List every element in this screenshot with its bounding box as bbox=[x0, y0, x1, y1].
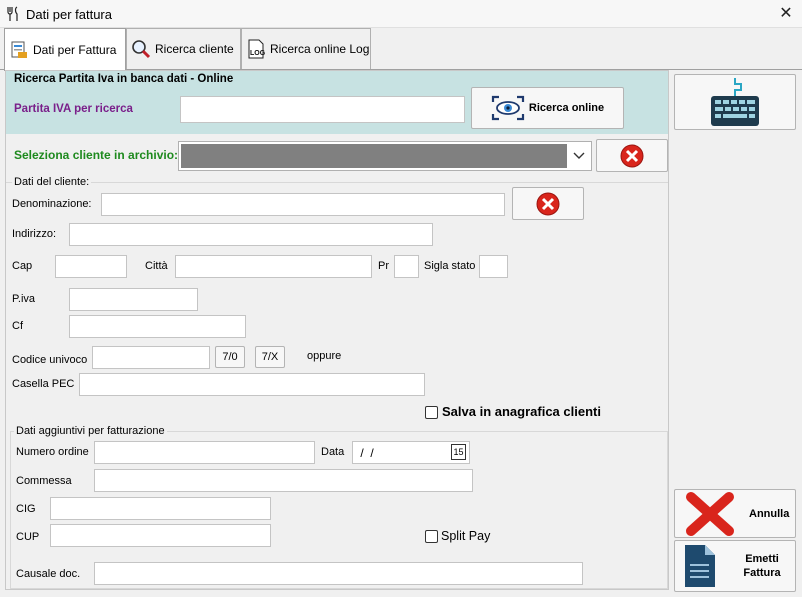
emetti-fattura-label: Emetti Fattura bbox=[743, 553, 781, 579]
fork-knife-icon bbox=[7, 6, 18, 21]
citta-input[interactable] bbox=[175, 255, 372, 278]
cf-input[interactable] bbox=[69, 315, 246, 338]
online-search-title: Ricerca Partita Iva in banca dati - Onli… bbox=[14, 73, 234, 85]
numero-ordine-input[interactable] bbox=[94, 441, 315, 464]
oppure-label: oppure bbox=[307, 350, 342, 362]
codice-7-0-button[interactable]: 7/0 bbox=[215, 346, 245, 368]
denominazione-input[interactable] bbox=[101, 193, 505, 216]
online-search-label: Ricerca online bbox=[528, 102, 605, 114]
split-pay-label: Split Pay bbox=[441, 529, 491, 543]
commessa-label: Commessa bbox=[16, 475, 72, 487]
tab-ricerca-cliente[interactable]: Ricerca cliente bbox=[126, 28, 241, 69]
tab-label: Ricerca online Log bbox=[270, 42, 370, 56]
save-registry-checkbox[interactable] bbox=[425, 406, 438, 419]
cap-input[interactable] bbox=[55, 255, 127, 278]
red-x-icon bbox=[686, 491, 734, 536]
pec-input[interactable] bbox=[79, 373, 425, 396]
tab-ricerca-online-log[interactable]: LOG Ricerca online Log bbox=[241, 28, 371, 69]
document-icon bbox=[685, 545, 715, 587]
indirizzo-label: Indirizzo: bbox=[12, 228, 57, 240]
online-search-button[interactable]: Ricerca online bbox=[471, 87, 624, 129]
codice-univoco-label: Codice univoco bbox=[12, 354, 88, 366]
cf-label: Cf bbox=[12, 320, 23, 332]
vat-search-label: Partita IVA per ricerca bbox=[14, 103, 133, 115]
select-client-label: Seleziona cliente in archivio: bbox=[14, 148, 179, 162]
provincia-input[interactable] bbox=[394, 255, 419, 278]
annulla-button[interactable]: Annulla bbox=[674, 489, 796, 538]
chevron-down-icon[interactable] bbox=[568, 143, 590, 169]
sigla-stato-input[interactable] bbox=[479, 255, 508, 278]
vat-search-input[interactable] bbox=[180, 96, 465, 123]
tab-dati-fattura[interactable]: Dati per Fattura bbox=[4, 28, 126, 71]
calendar-icon[interactable]: 15 bbox=[451, 444, 466, 460]
commessa-input[interactable] bbox=[94, 469, 473, 492]
annulla-label: Annulla bbox=[749, 507, 790, 520]
causale-input[interactable] bbox=[94, 562, 583, 585]
title-bar bbox=[0, 0, 802, 28]
virtual-keyboard-button[interactable] bbox=[674, 74, 796, 130]
cig-label: CIG bbox=[16, 503, 36, 515]
pec-label: Casella PEC bbox=[12, 378, 75, 390]
emetti-fattura-button[interactable]: Emetti Fattura bbox=[674, 540, 796, 592]
cup-label: CUP bbox=[16, 531, 40, 543]
invoice-icon bbox=[11, 41, 27, 58]
indirizzo-input[interactable] bbox=[69, 223, 433, 246]
tab-label: Dati per Fattura bbox=[33, 43, 117, 57]
codice-univoco-input[interactable] bbox=[92, 346, 210, 369]
codice-7-x-button[interactable]: 7/X bbox=[255, 346, 285, 368]
causale-label: Causale doc. bbox=[16, 568, 81, 580]
citta-label: Città bbox=[145, 260, 168, 272]
data-label: Data bbox=[321, 446, 345, 458]
cig-input[interactable] bbox=[50, 497, 271, 520]
window-title: Dati per fattura bbox=[26, 7, 112, 22]
piva-label: P.iva bbox=[12, 293, 36, 305]
close-window-button[interactable]: ✕ bbox=[772, 2, 800, 26]
denominazione-label: Denominazione: bbox=[12, 198, 92, 210]
eye-scan-icon bbox=[491, 95, 524, 121]
numero-ordine-label: Numero ordine bbox=[16, 446, 89, 458]
cap-label: Cap bbox=[12, 260, 33, 272]
cancel-circle-icon bbox=[536, 192, 560, 215]
extra-data-title: Dati aggiuntivi per fatturazione bbox=[14, 425, 167, 437]
svg-text:LOG: LOG bbox=[250, 50, 266, 57]
split-pay-checkbox[interactable] bbox=[425, 530, 438, 543]
log-icon: LOG bbox=[248, 39, 266, 59]
keyboard-icon bbox=[711, 78, 759, 126]
tab-label: Ricerca cliente bbox=[155, 42, 234, 56]
provincia-label: Pr bbox=[378, 260, 389, 272]
clear-denominazione-button[interactable] bbox=[512, 187, 584, 220]
cancel-circle-icon bbox=[620, 144, 644, 167]
sigla-stato-label: Sigla stato bbox=[424, 260, 476, 272]
cup-input[interactable] bbox=[50, 524, 271, 547]
client-data-title: Dati del cliente: bbox=[12, 176, 92, 188]
magnifier-icon bbox=[132, 40, 151, 59]
piva-input[interactable] bbox=[69, 288, 198, 311]
save-registry-label: Salva in anagrafica clienti bbox=[442, 404, 601, 419]
clear-client-select-button[interactable] bbox=[596, 139, 668, 172]
client-select-value bbox=[181, 144, 567, 168]
